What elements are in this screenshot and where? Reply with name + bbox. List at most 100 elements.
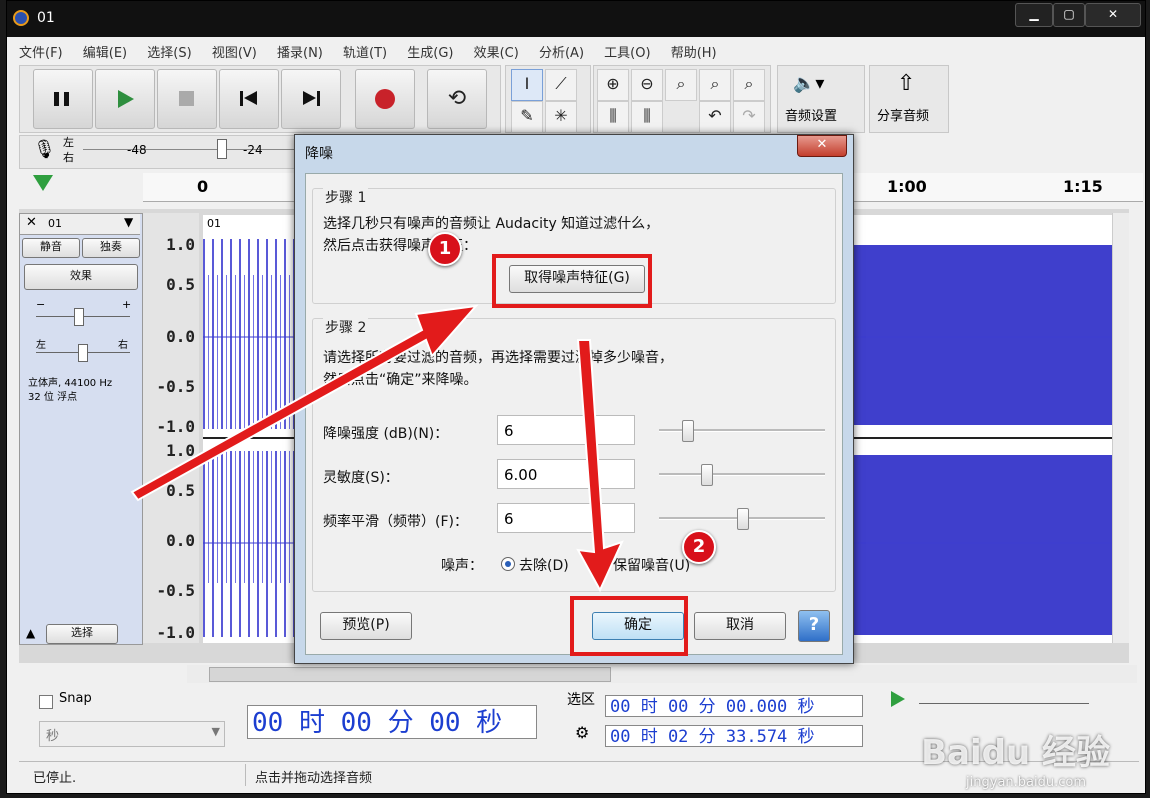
remove-noise-radio[interactable] bbox=[501, 557, 515, 571]
ruler-label-75: 1:15 bbox=[1063, 177, 1103, 196]
keep-noise-radio[interactable] bbox=[597, 557, 611, 571]
zoom-in-icon[interactable]: ⊕ bbox=[597, 69, 629, 101]
speaker-icon[interactable]: 🔈▾ bbox=[793, 73, 824, 94]
select-track-button[interactable]: 选择 bbox=[46, 624, 118, 644]
menu-tracks[interactable]: 轨道(T) bbox=[335, 39, 395, 64]
preview-button[interactable]: 预览(P) bbox=[320, 612, 412, 640]
fit-project-icon[interactable]: ⌕ bbox=[699, 69, 731, 101]
minimize-button[interactable]: ▁ bbox=[1015, 3, 1053, 27]
dialog-close-button[interactable]: ✕ bbox=[797, 135, 847, 157]
close-window-button[interactable]: ✕ bbox=[1085, 3, 1141, 27]
sensitivity-slider[interactable] bbox=[659, 464, 825, 486]
collapse-track-icon[interactable]: ▲ bbox=[26, 626, 35, 640]
selection-tool-icon[interactable]: I bbox=[511, 69, 543, 101]
track-close-icon[interactable]: ✕ bbox=[26, 215, 37, 230]
menu-help[interactable]: 帮助(H) bbox=[663, 39, 725, 64]
noise-reduction-input[interactable]: 6 bbox=[497, 415, 635, 445]
noise-reduction-slider[interactable] bbox=[659, 420, 825, 442]
audio-position-display[interactable]: 00 时 00 分 00 秒 bbox=[247, 705, 537, 739]
undo-icon[interactable]: ↶ bbox=[699, 101, 731, 133]
record-button[interactable] bbox=[355, 69, 415, 129]
baidu-watermark-url: jingyan.baidu.com bbox=[966, 775, 1086, 790]
scale-label: 1.0 bbox=[166, 235, 195, 254]
loop-button[interactable]: ⟲ bbox=[427, 69, 487, 129]
scale-label: -1.0 bbox=[156, 623, 195, 642]
multi-tool-icon[interactable]: ✳ bbox=[545, 101, 577, 133]
pan-slider-thumb[interactable] bbox=[78, 344, 88, 362]
selection-start-display[interactable]: 00 时 00 分 00.000 秒 bbox=[605, 695, 863, 717]
play-head-arrow-icon[interactable] bbox=[33, 175, 53, 191]
fit-selection-icon[interactable]: ⌕ bbox=[665, 69, 697, 101]
scale-label: -1.0 bbox=[156, 417, 195, 436]
envelope-tool-icon[interactable]: ⟋ bbox=[545, 69, 577, 101]
zoom-out-icon[interactable]: ⊖ bbox=[631, 69, 663, 101]
share-icon[interactable]: ⇧ bbox=[897, 71, 915, 96]
audio-setup-button[interactable]: 音频设置 bbox=[785, 105, 837, 124]
sensitivity-slider-thumb[interactable] bbox=[701, 464, 713, 486]
redo-icon[interactable]: ↷ bbox=[733, 101, 765, 133]
frequency-smoothing-slider-thumb[interactable] bbox=[737, 508, 749, 530]
recording-meter[interactable] bbox=[83, 149, 303, 150]
vertical-scrollbar[interactable] bbox=[1112, 213, 1129, 643]
play-speed-slider[interactable] bbox=[919, 703, 1089, 704]
snap-unit-select[interactable]: 秒 ▼ bbox=[39, 721, 225, 747]
trim-icon[interactable]: ⫼ bbox=[597, 101, 629, 133]
menu-transport[interactable]: 播录(N) bbox=[269, 39, 331, 64]
menu-select[interactable]: 选择(S) bbox=[139, 39, 199, 64]
microphone-icon[interactable]: 🎙 bbox=[33, 139, 56, 160]
snap-checkbox[interactable] bbox=[39, 695, 53, 709]
menu-analyze[interactable]: 分析(A) bbox=[531, 39, 592, 64]
ruler-label-0: 0 bbox=[197, 177, 209, 196]
track-menu-chevron-icon[interactable]: ▼ bbox=[124, 215, 133, 229]
menu-edit[interactable]: 编辑(E) bbox=[75, 39, 135, 64]
frequency-smoothing-input[interactable]: 6 bbox=[497, 503, 635, 533]
pause-button[interactable] bbox=[33, 69, 93, 129]
menu-generate[interactable]: 生成(G) bbox=[399, 39, 461, 64]
noise-reduction-label: 降噪强度 (dB)(N)： bbox=[323, 426, 449, 442]
meter-slider-thumb[interactable] bbox=[217, 139, 227, 159]
pan-left-label: 左 bbox=[36, 340, 46, 351]
skip-to-start-button[interactable] bbox=[219, 69, 279, 129]
sensitivity-label: 灵敏度(S)： bbox=[323, 470, 399, 486]
scale-label: 0.5 bbox=[166, 275, 195, 294]
play-button[interactable] bbox=[95, 69, 155, 129]
help-button[interactable]: ? bbox=[798, 610, 830, 642]
horizontal-scroll-thumb[interactable] bbox=[209, 667, 611, 682]
gain-slider-thumb[interactable] bbox=[74, 308, 84, 326]
remove-noise-label[interactable]: 去除(D) bbox=[519, 555, 569, 575]
meter-tick-24: -24 bbox=[243, 143, 263, 157]
mute-button[interactable]: 静音 bbox=[22, 238, 80, 258]
play-at-speed-icon[interactable] bbox=[891, 691, 905, 707]
menu-file[interactable]: 文件(F) bbox=[11, 39, 71, 64]
pan-slider[interactable] bbox=[36, 344, 130, 362]
cancel-button[interactable]: 取消 bbox=[694, 612, 786, 640]
menu-tools[interactable]: 工具(O) bbox=[596, 39, 658, 64]
maximize-button[interactable]: ▢ bbox=[1053, 3, 1085, 27]
noise-reduction-slider-thumb[interactable] bbox=[682, 420, 694, 442]
pan-right-label: 右 bbox=[118, 340, 128, 351]
zoom-toggle-icon[interactable]: ⌕ bbox=[733, 69, 765, 101]
silence-icon[interactable]: ⫼ bbox=[631, 101, 663, 133]
solo-button[interactable]: 独奏 bbox=[82, 238, 140, 258]
noise-mode-label: 噪声： bbox=[441, 558, 483, 574]
track-bit-depth-info: 32 位 浮点 bbox=[28, 392, 78, 403]
menu-effect[interactable]: 效果(C) bbox=[466, 39, 527, 64]
frequency-smoothing-slider[interactable] bbox=[659, 508, 825, 530]
keep-noise-label[interactable]: 保留噪音(U) bbox=[613, 555, 690, 575]
gain-slider[interactable] bbox=[36, 308, 130, 326]
sensitivity-input[interactable]: 6.00 bbox=[497, 459, 635, 489]
scale-label: -0.5 bbox=[156, 377, 195, 396]
selection-end-display[interactable]: 00 时 02 分 33.574 秒 bbox=[605, 725, 863, 747]
status-hint: 点击并拖动选择音频 bbox=[255, 771, 373, 786]
share-audio-button[interactable]: 分享音频 bbox=[877, 105, 929, 124]
audacity-app-icon bbox=[13, 10, 29, 26]
horizontal-scrollbar[interactable] bbox=[187, 665, 1137, 683]
effects-button[interactable]: 效果 bbox=[24, 264, 138, 290]
skip-to-end-button[interactable] bbox=[281, 69, 341, 129]
selection-settings-gear-icon[interactable]: ⚙ bbox=[575, 723, 589, 742]
menu-view[interactable]: 视图(V) bbox=[204, 39, 265, 64]
track-name[interactable]: 01 bbox=[48, 217, 62, 230]
stop-button[interactable] bbox=[157, 69, 217, 129]
snap-label: Snap bbox=[59, 691, 92, 706]
draw-tool-icon[interactable]: ✎ bbox=[511, 101, 543, 133]
